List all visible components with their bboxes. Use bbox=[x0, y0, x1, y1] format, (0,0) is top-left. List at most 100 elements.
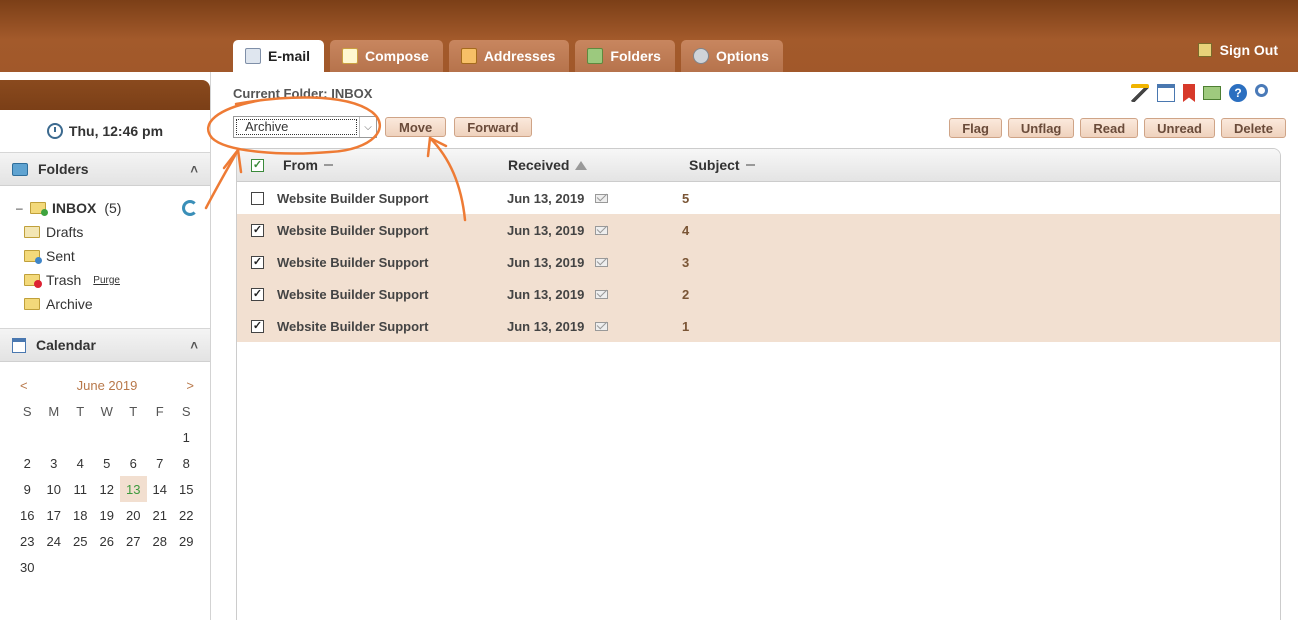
calendar-day-today[interactable]: 13 bbox=[120, 476, 147, 502]
calendar-day[interactable]: 16 bbox=[14, 502, 41, 528]
calendar-day[interactable]: 24 bbox=[41, 528, 68, 554]
collapse-tree-icon[interactable]: – bbox=[16, 201, 24, 215]
folders-panel-header[interactable]: Folders ˄ bbox=[0, 152, 210, 186]
folder-sent[interactable]: Sent bbox=[16, 244, 210, 268]
tab-folders[interactable]: Folders bbox=[575, 40, 675, 72]
column-from[interactable]: From bbox=[283, 157, 333, 173]
calendar-day[interactable]: 9 bbox=[14, 476, 41, 502]
calendar-day[interactable]: 12 bbox=[94, 476, 121, 502]
message-row[interactable]: Website Builder Support Jun 13, 2019 5 bbox=[237, 182, 1280, 214]
message-from: Website Builder Support bbox=[277, 286, 429, 302]
refresh-icon[interactable] bbox=[182, 200, 198, 216]
column-received[interactable]: Received bbox=[508, 157, 588, 173]
help-icon[interactable]: ? bbox=[1229, 84, 1247, 102]
tab-compose[interactable]: Compose bbox=[330, 40, 443, 72]
folder-inbox[interactable]: – INBOX (5) bbox=[16, 196, 210, 220]
collapse-folders-icon[interactable]: ˄ bbox=[190, 162, 198, 177]
select-all-checkbox[interactable]: ✓ bbox=[251, 158, 264, 172]
delete-button[interactable]: Delete bbox=[1220, 118, 1286, 138]
chevron-down-icon[interactable]: ⌵ bbox=[359, 117, 376, 137]
prev-month-button[interactable]: < bbox=[20, 378, 28, 393]
mini-calendar: < June 2019 > S M T W T F S 1 2 3 4 5 6 7 8 9 10 11 12 13 14… bbox=[0, 362, 210, 580]
folder-trash[interactable]: Trash Purge bbox=[16, 268, 210, 292]
calendar-day[interactable]: 2 bbox=[14, 450, 41, 476]
sign-out-button[interactable]: Sign Out bbox=[1197, 42, 1278, 58]
magic-wand-icon[interactable] bbox=[1131, 84, 1149, 102]
flag-button[interactable]: Flag bbox=[949, 118, 1002, 138]
calendar-day[interactable]: 27 bbox=[120, 528, 147, 554]
message-date: Jun 13, 2019 bbox=[507, 254, 585, 270]
calendar-day[interactable]: 21 bbox=[147, 502, 174, 528]
sidebar: Thu, 12:46 pm Folders ˄ – INBOX (5) Draf… bbox=[0, 72, 211, 620]
calendar-day[interactable]: 17 bbox=[41, 502, 68, 528]
message-row[interactable]: ✓ Website Builder Support Jun 13, 2019 1 bbox=[237, 310, 1280, 342]
message-actions: Flag Unflag Read Unread Delete bbox=[949, 118, 1286, 138]
message-row[interactable]: ✓ Website Builder Support Jun 13, 2019 4 bbox=[237, 214, 1280, 246]
unread-button[interactable]: Unread bbox=[1144, 118, 1215, 138]
message-checkbox[interactable]: ✓ bbox=[251, 255, 264, 269]
calendar-day[interactable]: 10 bbox=[41, 476, 68, 502]
calendar-day[interactable]: 8 bbox=[173, 450, 200, 476]
message-row[interactable]: ✓ Website Builder Support Jun 13, 2019 2 bbox=[237, 278, 1280, 310]
message-date: Jun 13, 2019 bbox=[507, 286, 585, 302]
message-checkbox[interactable] bbox=[251, 191, 264, 205]
calendar-grid: S M T W T F S 1 2 3 4 5 6 7 8 9 10 11 12 13 14 15 16 17 18 19 20 21… bbox=[14, 398, 200, 580]
message-row[interactable]: ✓ Website Builder Support Jun 13, 2019 3 bbox=[237, 246, 1280, 278]
unflag-button[interactable]: Unflag bbox=[1007, 118, 1075, 138]
column-label: From bbox=[283, 157, 318, 173]
weekday-label: F bbox=[155, 403, 164, 419]
calendar-day[interactable]: 28 bbox=[147, 528, 174, 554]
search-icon[interactable] bbox=[1255, 84, 1268, 97]
compose-icon bbox=[342, 48, 359, 64]
calendar-day[interactable]: 1 bbox=[173, 424, 200, 450]
calendar-day[interactable]: 23 bbox=[14, 528, 41, 554]
calendar-day[interactable]: 30 bbox=[14, 554, 41, 580]
folder-drafts[interactable]: Drafts bbox=[16, 220, 210, 244]
calendar-day[interactable]: 14 bbox=[147, 476, 174, 502]
unread-count: (5) bbox=[104, 200, 122, 216]
envelope-icon bbox=[595, 290, 608, 299]
calendar-day[interactable]: 4 bbox=[67, 450, 94, 476]
calendar-day[interactable]: 19 bbox=[94, 502, 121, 528]
calendar-panel-header[interactable]: Calendar ˄ bbox=[0, 328, 210, 362]
message-checkbox[interactable]: ✓ bbox=[251, 287, 264, 301]
calendar-day[interactable]: 26 bbox=[94, 528, 121, 554]
drafts-folder-icon bbox=[24, 226, 40, 238]
message-checkbox[interactable]: ✓ bbox=[251, 223, 264, 237]
unsorted-icon bbox=[745, 164, 755, 166]
next-month-button[interactable]: > bbox=[186, 378, 194, 393]
message-date: Jun 13, 2019 bbox=[507, 222, 585, 238]
envelope-icon bbox=[595, 194, 608, 203]
calendar-icon[interactable] bbox=[1157, 84, 1175, 102]
move-folder-select[interactable]: Archive ⌵ bbox=[233, 116, 377, 138]
message-checkbox[interactable]: ✓ bbox=[251, 319, 264, 333]
address-book-icon bbox=[460, 48, 477, 64]
calendar-day[interactable]: 18 bbox=[67, 502, 94, 528]
gear-icon bbox=[692, 48, 709, 64]
calendar-day[interactable]: 22 bbox=[173, 502, 200, 528]
purge-link[interactable]: Purge bbox=[93, 275, 120, 286]
calendar-day[interactable]: 25 bbox=[67, 528, 94, 554]
calendar-day[interactable]: 5 bbox=[94, 450, 121, 476]
tab-email[interactable]: E-mail bbox=[233, 40, 325, 72]
calendar-day[interactable]: 7 bbox=[147, 450, 174, 476]
inbox-folder-icon bbox=[30, 202, 48, 216]
calendar-day[interactable]: 15 bbox=[173, 476, 200, 502]
calendar-day[interactable]: 11 bbox=[67, 476, 94, 502]
calendar-day[interactable]: 20 bbox=[120, 502, 147, 528]
calendar-day[interactable]: 3 bbox=[41, 450, 68, 476]
forward-button[interactable]: Forward bbox=[454, 117, 532, 137]
tab-options[interactable]: Options bbox=[680, 40, 783, 72]
folder-archive[interactable]: Archive bbox=[16, 292, 210, 316]
tab-addresses[interactable]: Addresses bbox=[448, 40, 570, 72]
collapse-calendar-icon[interactable]: ˄ bbox=[190, 338, 198, 353]
column-subject[interactable]: Subject bbox=[689, 157, 755, 173]
calendar-day[interactable]: 29 bbox=[173, 528, 200, 554]
move-button[interactable]: Move bbox=[385, 117, 447, 137]
archive-folder-icon bbox=[24, 298, 40, 310]
bookmark-icon[interactable] bbox=[1183, 84, 1195, 102]
calendar-day[interactable]: 6 bbox=[120, 450, 147, 476]
sidebar-top-bar bbox=[0, 80, 210, 110]
read-button[interactable]: Read bbox=[1080, 118, 1139, 138]
folder-icon[interactable] bbox=[1203, 86, 1221, 100]
